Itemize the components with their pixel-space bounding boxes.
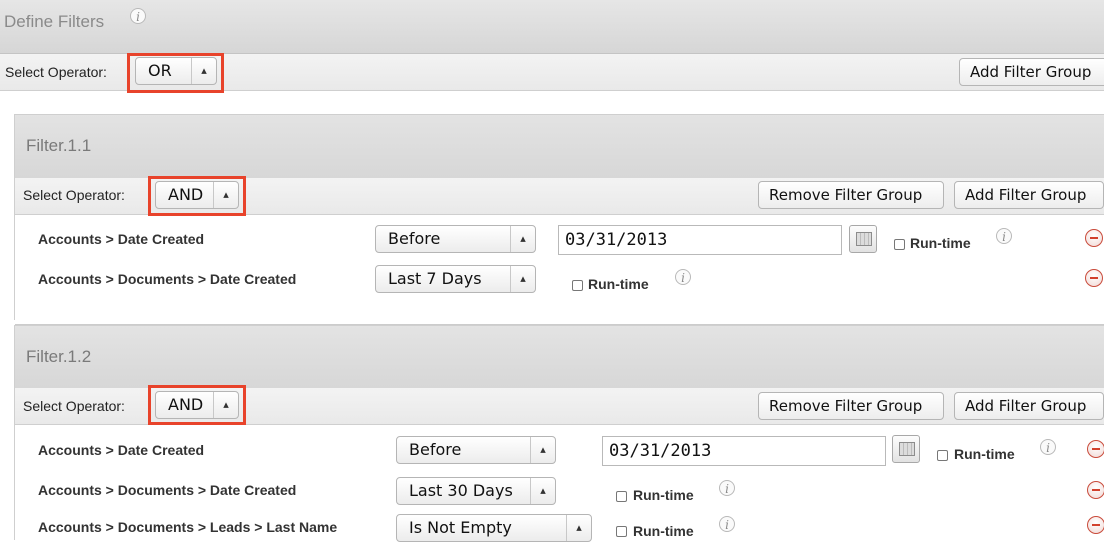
qualifier-value: Last 30 Days xyxy=(409,481,513,500)
qualifier-value: Before xyxy=(409,440,462,459)
filter-group-2-header xyxy=(15,325,1104,389)
filter-qualifier-select[interactable]: Is Not Empty ▴ xyxy=(396,514,592,542)
updown-arrows-icon: ▴ xyxy=(510,266,535,292)
runtime-label: Run-time xyxy=(633,523,694,539)
info-icon[interactable]: i xyxy=(996,228,1012,244)
qualifier-value: Is Not Empty xyxy=(409,518,512,537)
runtime-checkbox[interactable] xyxy=(572,280,583,291)
qualifier-value: Before xyxy=(388,229,441,248)
select-operator-label: Select Operator: xyxy=(5,64,107,80)
remove-filter-group-button[interactable]: Remove Filter Group xyxy=(758,392,944,420)
updown-arrows-icon: ▴ xyxy=(530,437,555,463)
updown-arrows-icon: ▴ xyxy=(191,58,216,84)
filter-group-1-operator-select[interactable]: AND ▴ xyxy=(155,181,239,209)
updown-arrows-icon: ▴ xyxy=(213,392,238,418)
define-filters-header xyxy=(0,0,1104,54)
select-operator-label: Select Operator: xyxy=(23,398,125,414)
runtime-label: Run-time xyxy=(954,446,1015,462)
filter-field-label: Accounts > Documents > Date Created xyxy=(38,482,297,498)
updown-arrows-icon: ▴ xyxy=(510,226,535,252)
updown-arrows-icon: ▴ xyxy=(213,182,238,208)
updown-arrows-icon: ▴ xyxy=(530,478,555,504)
filter-field-label: Accounts > Date Created xyxy=(38,442,205,458)
filter-date-input[interactable]: 03/31/2013 xyxy=(602,436,886,466)
info-icon[interactable]: i xyxy=(130,8,146,24)
filter-date-input[interactable]: 03/31/2013 xyxy=(558,225,842,255)
select-operator-label: Select Operator: xyxy=(23,187,125,203)
runtime-label: Run-time xyxy=(633,487,694,503)
qualifier-value: Last 7 Days xyxy=(388,269,482,288)
filter-qualifier-select[interactable]: Before ▴ xyxy=(375,225,536,253)
filter-group-2-title: Filter.1.2 xyxy=(26,347,92,366)
runtime-checkbox[interactable] xyxy=(937,450,948,461)
operator-value: AND xyxy=(168,395,204,414)
filter-qualifier-select[interactable]: Last 30 Days ▴ xyxy=(396,477,556,505)
runtime-label: Run-time xyxy=(910,235,971,251)
remove-filter-icon[interactable] xyxy=(1087,481,1104,499)
remove-filter-icon[interactable] xyxy=(1085,269,1103,287)
filter-group-1-title: Filter.1.1 xyxy=(26,136,92,155)
filter-field-label: Accounts > Documents > Leads > Last Name xyxy=(38,519,338,535)
define-filters-title: Define Filters xyxy=(4,12,105,31)
runtime-checkbox[interactable] xyxy=(616,491,627,502)
info-icon[interactable]: i xyxy=(719,480,735,496)
runtime-checkbox[interactable] xyxy=(894,239,905,250)
info-icon[interactable]: i xyxy=(719,516,735,532)
add-filter-group-button[interactable]: Add Filter Group xyxy=(959,58,1104,86)
top-operator-select[interactable]: OR ▴ xyxy=(135,57,217,85)
remove-filter-icon[interactable] xyxy=(1087,516,1104,534)
add-filter-group-button[interactable]: Add Filter Group xyxy=(954,181,1104,209)
filter-group-1-header xyxy=(15,114,1104,179)
remove-filter-group-button[interactable]: Remove Filter Group xyxy=(758,181,944,209)
remove-filter-icon[interactable] xyxy=(1087,440,1104,458)
add-filter-group-button[interactable]: Add Filter Group xyxy=(954,392,1104,420)
filter-group-2-operator-select[interactable]: AND ▴ xyxy=(155,391,239,419)
updown-arrows-icon: ▴ xyxy=(566,515,591,541)
filter-qualifier-select[interactable]: Last 7 Days ▴ xyxy=(375,265,536,293)
filter-field-label: Accounts > Documents > Date Created xyxy=(38,271,297,287)
info-icon[interactable]: i xyxy=(675,269,691,285)
info-icon[interactable]: i xyxy=(1040,439,1056,455)
filter-qualifier-select[interactable]: Before ▴ xyxy=(396,436,556,464)
runtime-label: Run-time xyxy=(588,276,649,292)
remove-filter-icon[interactable] xyxy=(1085,229,1103,247)
calendar-icon[interactable] xyxy=(849,225,877,253)
calendar-icon[interactable] xyxy=(892,435,920,463)
runtime-checkbox[interactable] xyxy=(616,526,627,537)
filter-field-label: Accounts > Date Created xyxy=(38,231,205,247)
top-operator-value: OR xyxy=(148,61,172,80)
operator-value: AND xyxy=(168,185,204,204)
